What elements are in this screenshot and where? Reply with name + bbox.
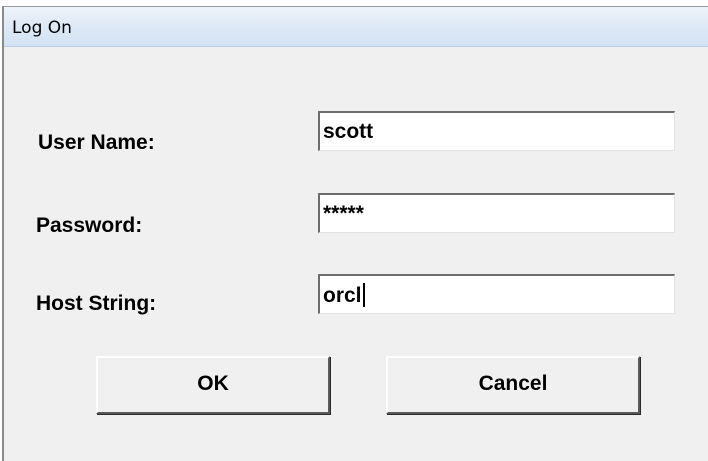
ok-button[interactable]: OK xyxy=(96,356,330,414)
password-label: Password: xyxy=(36,214,143,237)
host-string-field[interactable]: orcl xyxy=(318,274,675,314)
password-field[interactable]: ***** xyxy=(318,193,675,233)
host-string-value: orcl xyxy=(323,284,362,307)
cancel-button[interactable]: Cancel xyxy=(386,356,640,414)
host-string-label: Host String: xyxy=(36,292,157,315)
username-value: scott xyxy=(323,120,374,143)
username-field[interactable]: scott xyxy=(318,111,675,151)
password-value: ***** xyxy=(323,202,364,225)
title-bar[interactable]: Log On xyxy=(4,7,708,47)
username-label: User Name: xyxy=(38,131,155,154)
window-title: Log On xyxy=(12,18,72,38)
log-on-dialog: Log On User Name: scott Password: ***** … xyxy=(2,6,708,461)
text-cursor xyxy=(362,283,365,307)
